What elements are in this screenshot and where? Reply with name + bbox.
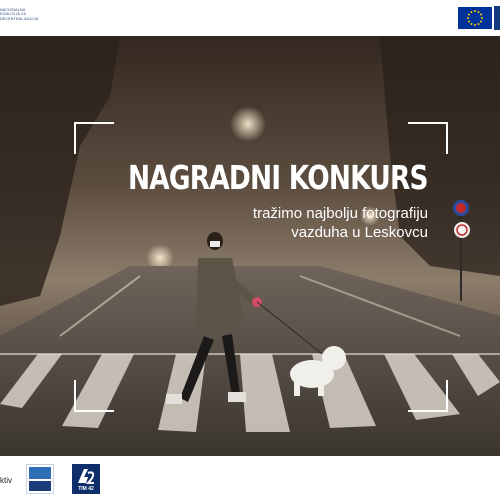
- frame-corner-bottom-right: [408, 380, 448, 412]
- eu-side-mark: [494, 6, 500, 30]
- partner-badge-bottom: [29, 481, 51, 491]
- header-bar: NACIONALNA KOALICIJA ZA DECENTRALIZACIJU: [0, 0, 500, 36]
- partner-logo-text: ktiv: [0, 476, 12, 485]
- frame-corner-top-left: [74, 122, 114, 154]
- tim42-logo: TIM 42: [72, 464, 100, 494]
- org-logo-line: DECENTRALIZACIJU: [0, 16, 39, 21]
- tim42-label: TIM 42: [78, 486, 94, 492]
- eu-flag-icon: [458, 7, 492, 29]
- poster: NACIONALNA KOALICIJA ZA DECENTRALIZACIJU: [0, 0, 500, 500]
- subtitle-line: vazduha u Leskovcu: [291, 224, 428, 241]
- contest-subtitle: tražimo najbolju fotografiju vazduha u L…: [188, 204, 428, 242]
- frame-corner-bottom-left: [74, 380, 114, 412]
- org-logo: NACIONALNA KOALICIJA ZA DECENTRALIZACIJU: [0, 8, 44, 28]
- partner-badge-icon: [26, 464, 54, 494]
- frame-corner-top-right: [408, 122, 448, 154]
- tim42-mark-icon: [78, 469, 95, 484]
- subtitle-line: tražimo najbolju fotografiju: [252, 205, 428, 222]
- partner-badge-top: [29, 467, 51, 479]
- contest-title: NAGRADNI KONKURS: [128, 158, 429, 197]
